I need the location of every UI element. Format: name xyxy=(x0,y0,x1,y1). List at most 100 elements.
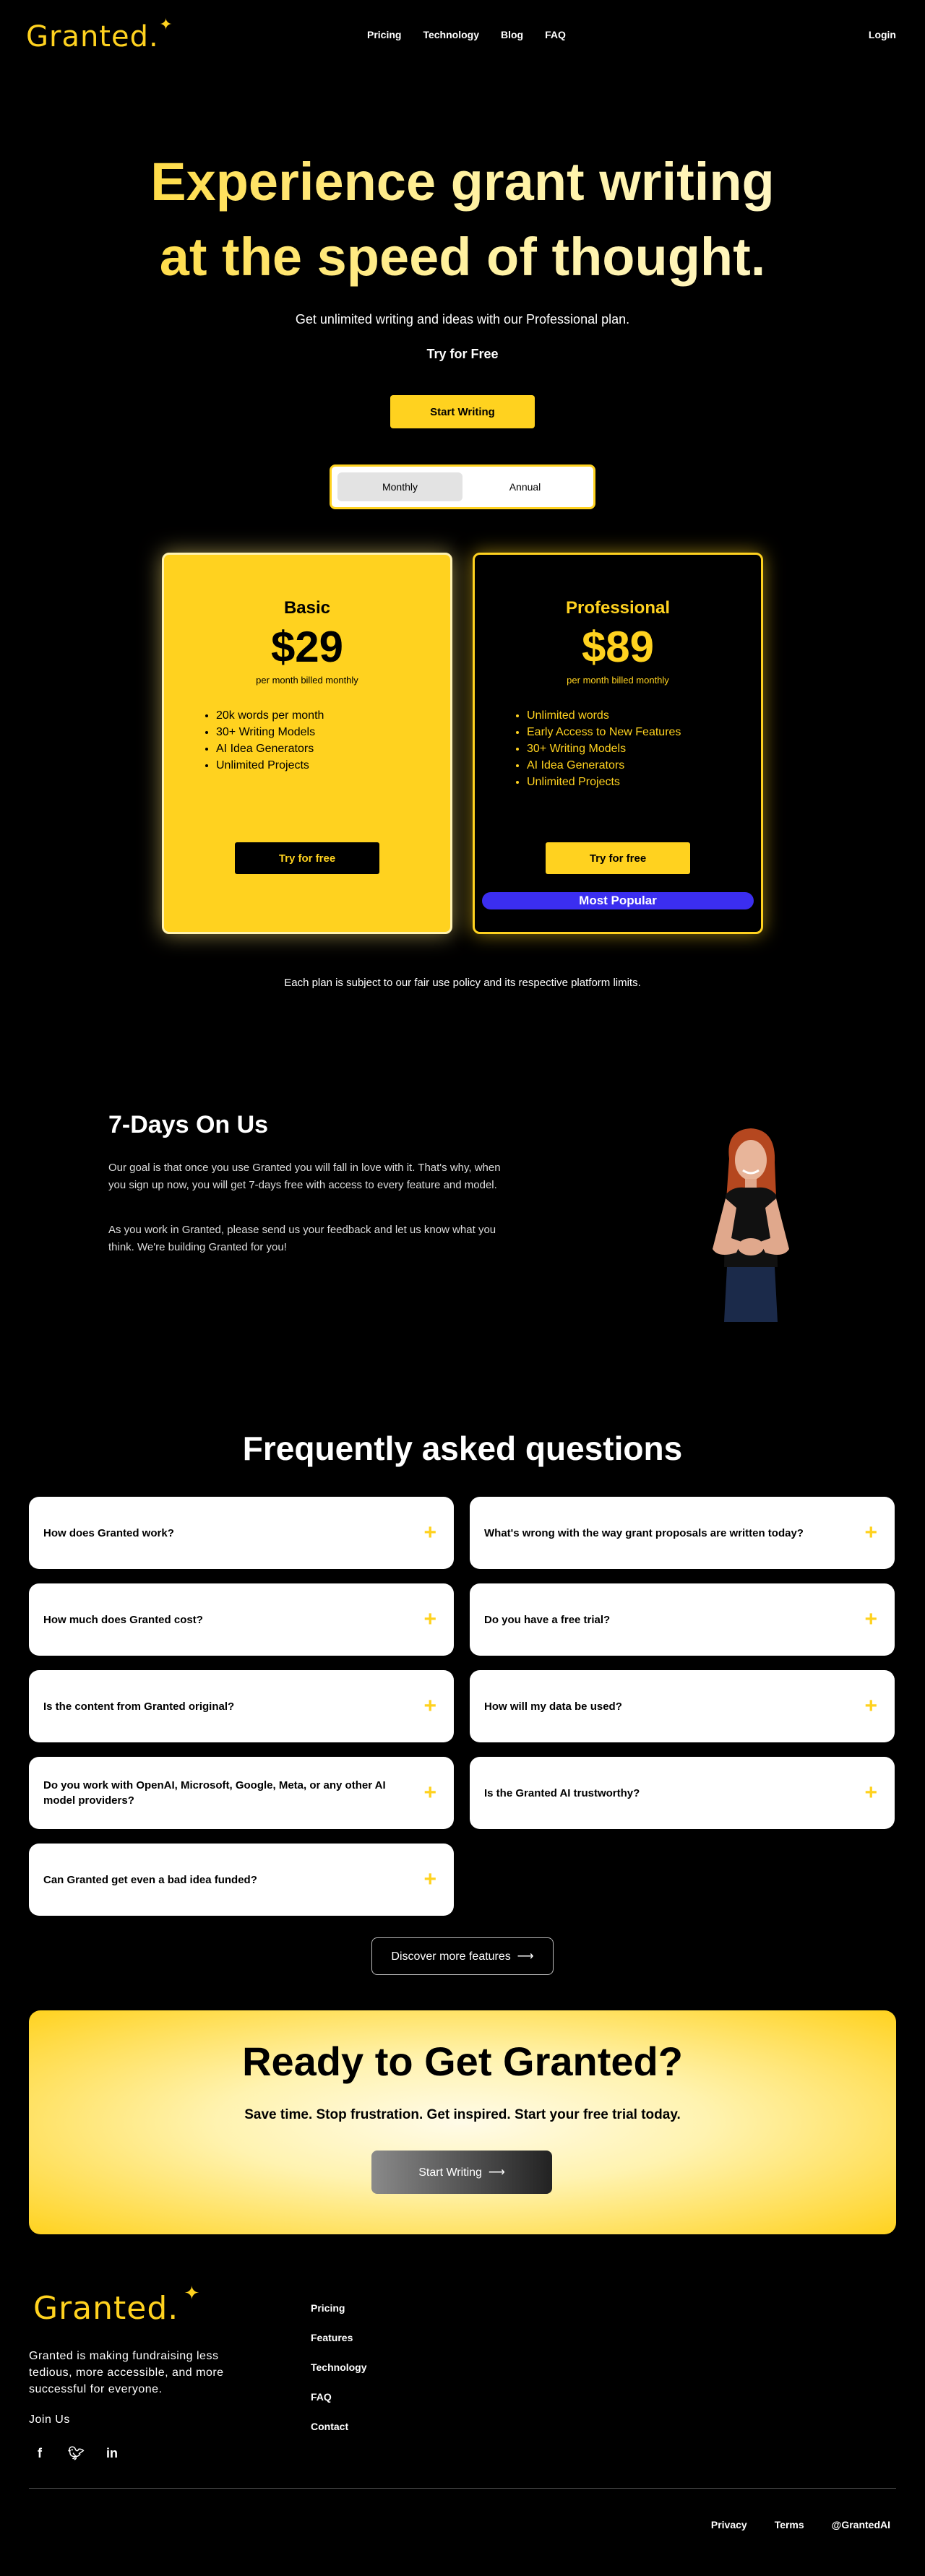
trial-paragraph-2: As you work in Granted, please send us y… xyxy=(108,1224,496,1253)
faq-question: Is the Granted AI trustworthy? xyxy=(484,1786,640,1799)
twitter-icon[interactable]: 🐦︎ xyxy=(68,2446,85,2461)
try-for-free-label: Try for Free xyxy=(426,347,499,361)
toggle-monthly[interactable]: Monthly xyxy=(337,472,462,501)
most-popular-badge: Most Popular xyxy=(482,892,754,909)
cta-start-writing-button[interactable]: Start Writing ⟶ xyxy=(371,2151,552,2194)
discover-features-button[interactable]: Discover more features ⟶ xyxy=(371,1937,554,1975)
feature-item: Unlimited Projects xyxy=(216,757,450,774)
twitter-handle-link[interactable]: @GrantedAI xyxy=(832,2519,890,2530)
plus-icon[interactable]: + xyxy=(864,1695,877,1717)
billing-toggle: Monthly Annual xyxy=(330,464,595,509)
faq-item[interactable]: How much does Granted cost? + xyxy=(29,1583,454,1656)
faq-item[interactable]: Do you work with OpenAI, Microsoft, Goog… xyxy=(29,1757,454,1829)
toggle-annual[interactable]: Annual xyxy=(462,472,588,501)
start-writing-button[interactable]: Start Writing xyxy=(390,395,535,428)
footer-link-technology[interactable]: Technology xyxy=(311,2362,367,2373)
plan-name: Basic xyxy=(283,598,331,618)
feature-item: Unlimited Projects xyxy=(527,774,761,790)
top-nav: Granted. ✦ Pricing Technology Blog FAQ Lo… xyxy=(0,0,925,72)
footer-link-faq[interactable]: FAQ xyxy=(311,2392,367,2403)
plus-icon[interactable]: + xyxy=(864,1522,877,1544)
footer-tagline: Granted is making fundraising less tedio… xyxy=(29,2350,224,2395)
plan-period: per month billed monthly xyxy=(567,675,669,686)
founder-photo xyxy=(713,1128,789,1322)
footer-link-pricing[interactable]: Pricing xyxy=(311,2303,367,2314)
cta-banner: Ready to Get Granted? Save time. Stop fr… xyxy=(29,2010,896,2234)
plus-icon[interactable]: + xyxy=(864,1609,877,1630)
hero-title-line-2: at the speed of thought. xyxy=(159,227,766,287)
faq-question: How does Granted work? xyxy=(43,1526,174,1539)
footer-link-features[interactable]: Features xyxy=(311,2333,367,2343)
plus-icon[interactable]: + xyxy=(423,1869,436,1890)
cta-title: Ready to Get Granted? xyxy=(242,2039,683,2084)
footer-logo[interactable]: Granted. ✦ xyxy=(33,2283,199,2327)
faq-question: How will my data be used? xyxy=(484,1700,622,1713)
faq-question: Is the content from Granted original? xyxy=(43,1700,235,1713)
faq-question: Can Granted get even a bad idea funded? xyxy=(43,1873,257,1886)
plus-icon[interactable]: + xyxy=(864,1782,877,1804)
trial-title: 7-Days On Us xyxy=(108,1111,269,1138)
plus-icon[interactable]: + xyxy=(423,1782,436,1804)
hero-title: Experience grant writing at the speed of… xyxy=(0,144,925,295)
feature-item: Unlimited words xyxy=(527,707,761,724)
faq-question: Do you have a free trial? xyxy=(484,1613,611,1626)
footer-bottom-links: Privacy Terms @GrantedAI xyxy=(711,2519,890,2530)
trial-paragraph-1: Our goal is that once you use Granted yo… xyxy=(108,1162,501,1191)
discover-label: Discover more features xyxy=(391,1950,511,1963)
terms-link[interactable]: Terms xyxy=(775,2519,804,2530)
nav-links: Pricing Technology Blog FAQ xyxy=(367,29,566,40)
footer-divider xyxy=(29,2488,896,2489)
feature-item: AI Idea Generators xyxy=(216,740,450,757)
sparkle-icon: ✦ xyxy=(184,2283,201,2304)
faq-question: Do you work with OpenAI, Microsoft, Goog… xyxy=(43,1779,386,1807)
faq-item[interactable]: How does Granted work? + xyxy=(29,1497,454,1569)
basic-try-button[interactable]: Try for free xyxy=(235,842,379,874)
logo[interactable]: Granted. ✦ xyxy=(26,16,173,53)
plan-name: Professional xyxy=(565,598,671,618)
plus-icon[interactable]: + xyxy=(423,1522,436,1544)
login-link[interactable]: Login xyxy=(869,29,896,40)
cta-button-label: Start Writing xyxy=(418,2166,482,2179)
faq-item[interactable]: Can Granted get even a bad idea funded? + xyxy=(29,1844,454,1916)
hero-title-line-1: Experience grant writing xyxy=(150,152,775,212)
plan-period: per month billed monthly xyxy=(256,675,358,686)
privacy-link[interactable]: Privacy xyxy=(711,2519,747,2530)
faq-title: Frequently asked questions xyxy=(242,1430,683,1467)
fair-use-note: Each plan is subject to our fair use pol… xyxy=(284,977,641,989)
cta-subtitle: Save time. Stop frustration. Get inspire… xyxy=(244,2107,681,2122)
plan-features: 20k words per month 30+ Writing Models A… xyxy=(216,707,450,774)
pricing-card-basic: Basic $29 per month billed monthly 20k w… xyxy=(162,553,452,934)
feature-item: 30+ Writing Models xyxy=(216,724,450,740)
feature-item: 30+ Writing Models xyxy=(527,740,761,757)
footer-link-contact[interactable]: Contact xyxy=(311,2421,367,2432)
feature-item: Early Access to New Features xyxy=(527,724,761,740)
nav-link-blog[interactable]: Blog xyxy=(501,29,523,40)
sparkle-icon: ✦ xyxy=(159,16,173,34)
feature-item: 20k words per month xyxy=(216,707,450,724)
faq-question: What's wrong with the way grant proposal… xyxy=(484,1526,804,1539)
nav-link-faq[interactable]: FAQ xyxy=(545,29,566,40)
faq-item[interactable]: Is the content from Granted original? + xyxy=(29,1670,454,1742)
hero-subtitle: Get unlimited writing and ideas with our… xyxy=(295,312,630,327)
linkedin-icon[interactable]: in xyxy=(104,2446,120,2461)
faq-item[interactable]: What's wrong with the way grant proposal… xyxy=(470,1497,895,1569)
nav-link-pricing[interactable]: Pricing xyxy=(367,29,401,40)
arrow-right-icon: ⟶ xyxy=(488,2166,505,2179)
join-us-label: Join Us xyxy=(29,2413,70,2426)
plus-icon[interactable]: + xyxy=(423,1609,436,1630)
facebook-icon[interactable]: f xyxy=(32,2446,48,2461)
plan-features: Unlimited words Early Access to New Feat… xyxy=(527,707,761,790)
faq-item[interactable]: How will my data be used? + xyxy=(470,1670,895,1742)
professional-try-button[interactable]: Try for free xyxy=(546,842,690,874)
faq-item[interactable]: Is the Granted AI trustworthy? + xyxy=(470,1757,895,1829)
feature-item: AI Idea Generators xyxy=(527,757,761,774)
pricing-card-professional: Professional $89 per month billed monthl… xyxy=(473,553,763,934)
social-links: f 🐦︎ in xyxy=(32,2446,120,2461)
nav-link-technology[interactable]: Technology xyxy=(423,29,479,40)
footer-links: Pricing Features Technology FAQ Contact xyxy=(311,2303,367,2432)
plus-icon[interactable]: + xyxy=(423,1695,436,1717)
faq-question: How much does Granted cost? xyxy=(43,1613,203,1626)
arrow-right-icon: ⟶ xyxy=(517,1950,534,1963)
plan-price: $89 xyxy=(581,623,655,671)
faq-item[interactable]: Do you have a free trial? + xyxy=(470,1583,895,1656)
